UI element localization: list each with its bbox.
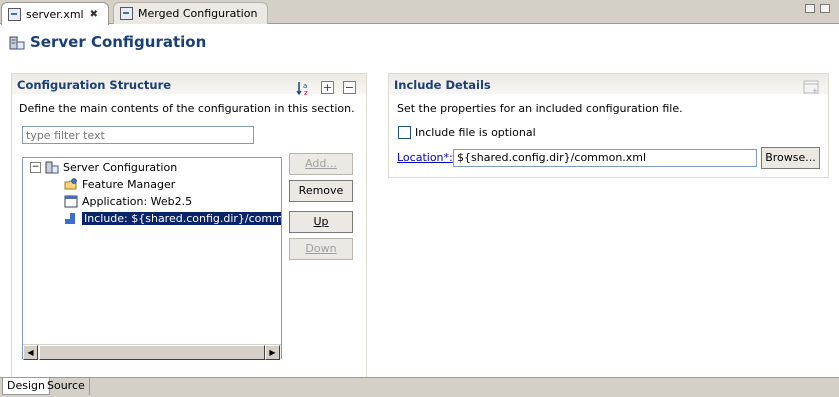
tree-item[interactable]: Include: ${shared.config.dir}/common.xml [23, 210, 281, 227]
up-button-label: Up [313, 215, 329, 228]
xml-file-icon [8, 7, 21, 21]
tree-item-label: Server Configuration [63, 161, 178, 174]
tab-label: server.xml [26, 7, 84, 21]
optional-checkbox-label: Include file is optional [415, 126, 536, 139]
scroll-thumb[interactable] [39, 345, 265, 360]
section-title: Include Details [389, 74, 828, 94]
config-file-icon [120, 7, 133, 20]
maximize-icon[interactable] [820, 4, 830, 13]
tab-label: Merged Configuration [138, 7, 258, 20]
tree-item-label: Feature Manager [82, 178, 176, 191]
optional-checkbox[interactable] [398, 126, 411, 139]
tab-merged-configuration[interactable]: Merged Configuration [113, 2, 268, 24]
section-title: Configuration Structure [12, 74, 366, 94]
tree-item-label: Application: Web2.5 [82, 195, 193, 208]
scroll-left-icon[interactable]: ◀ [23, 345, 38, 360]
application-icon [64, 195, 78, 208]
expand-all-icon[interactable]: + [321, 81, 334, 94]
tree-item[interactable]: Application: Web2.5 [23, 193, 281, 210]
section-description: Define the main contents of the configur… [19, 102, 355, 115]
svg-text:+: + [812, 87, 818, 95]
collapse-node-icon[interactable]: − [30, 162, 41, 173]
sort-alpha-icon[interactable]: a z [296, 80, 312, 96]
remove-button-label: Remove [298, 184, 344, 197]
svg-text:z: z [304, 89, 308, 96]
tree-item-label-selected: Include: ${shared.config.dir}/common.xml [82, 212, 281, 225]
down-button-label: Down [305, 242, 337, 255]
add-button[interactable]: Add... [289, 153, 353, 175]
folder-icon [64, 178, 77, 190]
tree-item[interactable]: − Server Configuration [23, 159, 281, 176]
remove-button[interactable]: Remove [289, 180, 353, 202]
add-button-label: Add... [305, 157, 337, 170]
page-title: Server Configuration [30, 33, 207, 51]
scroll-right-icon[interactable]: ▶ [265, 345, 280, 360]
location-field[interactable]: ${shared.config.dir}/common.xml [453, 149, 757, 167]
section-description: Set the properties for an included confi… [397, 102, 683, 115]
browse-button[interactable]: Browse... [761, 147, 820, 169]
down-button[interactable]: Down [289, 238, 353, 260]
filter-input[interactable] [22, 126, 254, 144]
server-config-icon [45, 161, 59, 174]
location-link[interactable]: Location*: [397, 151, 453, 164]
tab-source[interactable]: Source [43, 378, 90, 395]
help-panel-icon[interactable]: + [803, 80, 820, 95]
browse-button-label: Browse... [765, 151, 816, 164]
close-icon[interactable]: ✖ [90, 9, 98, 20]
up-button[interactable]: Up [289, 211, 353, 233]
include-icon [65, 213, 75, 224]
tree-item[interactable]: Feature Manager [23, 176, 281, 193]
editor-page-tabs: Design Source [0, 377, 839, 397]
server-config-icon [9, 36, 25, 50]
horizontal-scrollbar[interactable]: ◀ ▶ [23, 344, 281, 360]
configuration-tree[interactable]: − Server Configuration Feature Manager A… [22, 157, 282, 359]
tab-server-xml[interactable]: server.xml ✖ [1, 2, 109, 25]
minimize-icon[interactable] [805, 4, 815, 13]
collapse-all-icon[interactable]: − [343, 81, 356, 94]
